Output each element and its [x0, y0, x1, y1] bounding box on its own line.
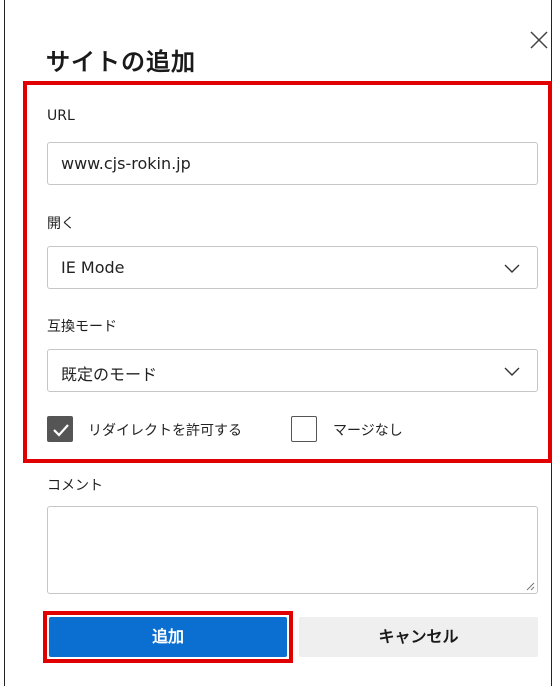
comment-textarea[interactable]: [47, 506, 538, 594]
add-button-highlight-box: [43, 611, 293, 663]
resize-grip-icon[interactable]: [525, 581, 535, 591]
close-icon: [530, 31, 548, 49]
dialog-title: サイトの追加: [46, 48, 196, 76]
add-site-dialog: サイトの追加 URL www.cjs-rokin.jp 開く IE Mode 互…: [4, 0, 552, 686]
form-highlight-box: [23, 81, 552, 463]
cancel-button[interactable]: キャンセル: [299, 617, 538, 657]
close-button[interactable]: [525, 26, 553, 54]
comment-label: コメント: [47, 478, 103, 494]
